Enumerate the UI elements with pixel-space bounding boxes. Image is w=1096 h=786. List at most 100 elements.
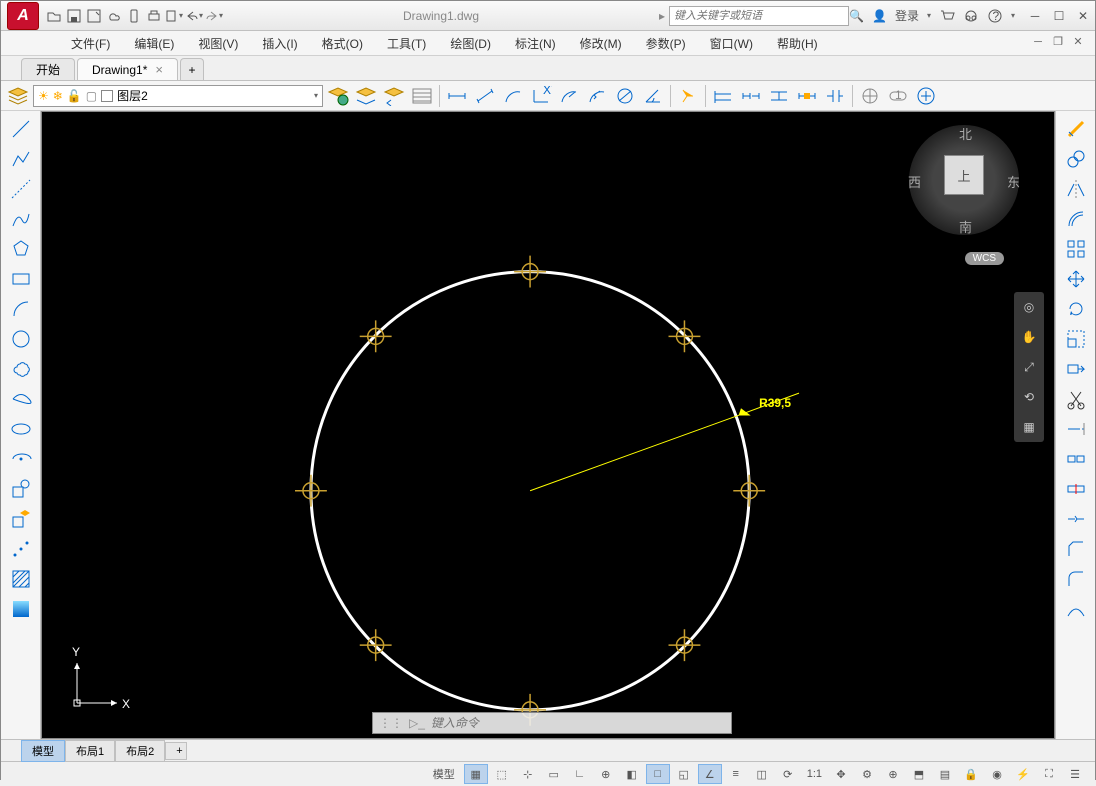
dim-baseline-button[interactable]: [710, 83, 736, 109]
otrack-button[interactable]: ∠: [698, 764, 722, 784]
break-point-tool[interactable]: [1061, 475, 1091, 503]
dim-space-button[interactable]: [766, 83, 792, 109]
lineweight-button[interactable]: ≡: [724, 764, 748, 784]
viewcube-south[interactable]: 南: [959, 217, 972, 236]
grid-button[interactable]: ▦: [464, 764, 488, 784]
revcloud-tool[interactable]: [6, 355, 36, 383]
menu-parametric[interactable]: 参数(P): [636, 32, 696, 55]
close-button[interactable]: ✕: [1071, 7, 1095, 25]
copy-tool[interactable]: [1061, 145, 1091, 173]
clean-screen-button[interactable]: ⛶: [1037, 764, 1061, 784]
ellipse-tool[interactable]: [6, 415, 36, 443]
mirror-tool[interactable]: [1061, 175, 1091, 203]
polyline-tool[interactable]: [6, 145, 36, 173]
print-icon[interactable]: [145, 7, 163, 25]
hardware-accel-button[interactable]: ⚡: [1011, 764, 1035, 784]
scale-tool[interactable]: [1061, 325, 1091, 353]
move-tool[interactable]: [1061, 265, 1091, 293]
undo-icon[interactable]: ▾: [185, 7, 203, 25]
add-button[interactable]: [913, 83, 939, 109]
quick-properties-button[interactable]: ▤: [933, 764, 957, 784]
point-tool[interactable]: [6, 535, 36, 563]
layer-match-button[interactable]: [353, 83, 379, 109]
customize-button[interactable]: ☰: [1063, 764, 1087, 784]
orbit-icon[interactable]: ⟲: [1018, 386, 1040, 408]
dim-diameter-button[interactable]: [612, 83, 638, 109]
new-icon[interactable]: ▾: [165, 7, 183, 25]
menu-window[interactable]: 窗口(W): [700, 32, 763, 55]
workspace-button[interactable]: ⚙: [855, 764, 879, 784]
sub-minimize-button[interactable]: ─: [1029, 34, 1047, 49]
model-space-button[interactable]: 模型: [426, 764, 462, 784]
viewcube-west[interactable]: 西: [908, 172, 921, 191]
annotation-monitor-button[interactable]: ⊕: [881, 764, 905, 784]
pan-icon[interactable]: ✋: [1018, 326, 1040, 348]
circle-tool[interactable]: [6, 325, 36, 353]
layout-tab-2[interactable]: 布局2: [115, 740, 165, 762]
layout-tab-add[interactable]: +: [165, 742, 187, 760]
layout-tab-model[interactable]: 模型: [21, 740, 65, 762]
spline-tool[interactable]: [6, 205, 36, 233]
make-block-tool[interactable]: [6, 505, 36, 533]
maximize-button[interactable]: ☐: [1047, 7, 1071, 25]
cloud-icon[interactable]: [105, 7, 123, 25]
osnap-button[interactable]: □: [646, 764, 670, 784]
viewcube-east[interactable]: 东: [1007, 172, 1020, 191]
3dosnap-button[interactable]: ◱: [672, 764, 696, 784]
dim-arc-button[interactable]: [500, 83, 526, 109]
tab-new-button[interactable]: +: [180, 58, 204, 80]
tolerance-button[interactable]: [822, 83, 848, 109]
layer-states-button[interactable]: [325, 83, 351, 109]
ortho-button[interactable]: ∟: [568, 764, 592, 784]
annotation-scale-button[interactable]: 1:1: [802, 764, 827, 784]
dim-jogged-button[interactable]: [584, 83, 610, 109]
dim-angular-button[interactable]: [640, 83, 666, 109]
dim-aligned-button[interactable]: [472, 83, 498, 109]
help-dropdown-icon[interactable]: ▾: [1011, 11, 1015, 20]
arc-tool[interactable]: [6, 295, 36, 323]
layer-combo[interactable]: ☀ ❄ 🔓 ▢ 图层2 ▾: [33, 85, 323, 107]
app-switcher-icon[interactable]: [963, 9, 979, 23]
dim-ordinate-button[interactable]: XY: [528, 83, 554, 109]
menu-insert[interactable]: 插入(I): [252, 32, 307, 55]
center-mark-button[interactable]: [857, 83, 883, 109]
array-tool[interactable]: [1061, 235, 1091, 263]
lock-ui-button[interactable]: 🔒: [959, 764, 983, 784]
drawing-canvas[interactable]: R39,5 X Y 上 北 南 东 西 WCS ◎ ✋ ⤢ ⟲ ▦: [41, 111, 1055, 739]
rotate-tool[interactable]: [1061, 295, 1091, 323]
menu-dimension[interactable]: 标注(N): [505, 32, 566, 55]
transparency-button[interactable]: ◫: [750, 764, 774, 784]
menu-view[interactable]: 视图(V): [188, 32, 248, 55]
cart-icon[interactable]: [939, 9, 955, 23]
dynamic-input-button[interactable]: ▭: [542, 764, 566, 784]
insert-block-tool[interactable]: [6, 475, 36, 503]
layout-tab-1[interactable]: 布局1: [65, 740, 115, 762]
snap-button[interactable]: ⬚: [490, 764, 514, 784]
join-tool[interactable]: [1061, 505, 1091, 533]
minimize-button[interactable]: ─: [1023, 7, 1047, 25]
app-logo[interactable]: A: [7, 2, 39, 30]
zoom-extents-icon[interactable]: ⤢: [1018, 356, 1040, 378]
menu-modify[interactable]: 修改(M): [570, 32, 632, 55]
menu-edit[interactable]: 编辑(E): [124, 32, 184, 55]
erase-tool[interactable]: [1061, 115, 1091, 143]
fillet-tool[interactable]: [1061, 565, 1091, 593]
spline-fit-tool[interactable]: [6, 385, 36, 413]
dim-radius-button[interactable]: [556, 83, 582, 109]
steering-wheel-icon[interactable]: ◎: [1018, 296, 1040, 318]
showmotion-icon[interactable]: ▦: [1018, 416, 1040, 438]
layer-previous-button[interactable]: [381, 83, 407, 109]
dim-linear-button[interactable]: [444, 83, 470, 109]
save-icon[interactable]: [65, 7, 83, 25]
user-icon[interactable]: 👤: [872, 9, 887, 23]
isodraft-button[interactable]: ◧: [620, 764, 644, 784]
menu-help[interactable]: 帮助(H): [767, 32, 828, 55]
menu-file[interactable]: 文件(F): [61, 32, 120, 55]
annotation-visibility-button[interactable]: ✥: [829, 764, 853, 784]
blend-tool[interactable]: [1061, 595, 1091, 623]
help-icon[interactable]: ?: [987, 9, 1003, 23]
menu-format[interactable]: 格式(O): [312, 32, 373, 55]
units-button[interactable]: ⬒: [907, 764, 931, 784]
rectangle-tool[interactable]: [6, 265, 36, 293]
extend-tool[interactable]: [1061, 415, 1091, 443]
